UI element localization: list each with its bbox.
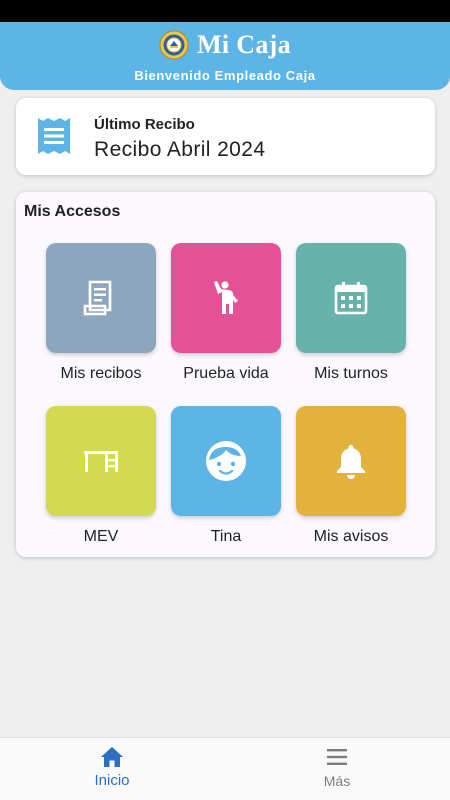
desk-icon [84,451,118,472]
menu-icon [327,749,347,765]
tile-tina-label: Tina [210,528,242,545]
person-waving-icon [214,281,238,314]
tile-mev-box[interactable] [46,406,156,516]
home-icon [101,747,123,767]
tile-mis-avisos[interactable]: Mis avisos [296,406,406,546]
document-icon [83,280,112,316]
bell-icon [337,445,365,479]
tile-prueba-vida-label: Prueba vida [183,365,269,382]
tile-prueba-vida[interactable]: Prueba vida [171,243,281,383]
nav-item-mas[interactable]: Más [277,746,397,789]
calendar-icon [334,282,368,315]
tile-tina-box[interactable] [171,406,281,516]
bottom-navigation: Inicio Más [0,737,450,800]
latest-receipt-card[interactable]: Último Recibo Recibo Abril 2024 [16,98,435,175]
my-access-title: Mis Accesos [24,203,121,220]
tile-prueba-vida-box[interactable] [171,243,281,353]
logo-emblem-icon [159,30,189,60]
nav-mas-label: Más [323,773,351,789]
status-bar [0,0,450,22]
tile-mis-avisos-label: Mis avisos [313,528,389,545]
tile-mev[interactable]: MEV [46,406,156,546]
face-icon [206,441,246,481]
tile-mis-recibos[interactable]: Mis recibos [46,243,156,383]
receipt-icon [38,118,70,154]
header-title-row: Mi Caja [0,28,450,62]
tile-mis-turnos[interactable]: Mis turnos [296,243,406,383]
welcome-text: Bienvenido Empleado Caja [134,68,316,83]
tile-mis-turnos-label: Mis turnos [314,365,388,382]
latest-receipt-value: Recibo Abril 2024 [94,138,266,161]
tile-tina[interactable]: Tina [171,406,281,546]
app-header: Mi Caja Bienvenido Empleado Caja [0,22,450,90]
tile-mis-recibos-label: Mis recibos [60,365,142,382]
nav-item-inicio[interactable]: Inicio [52,746,172,789]
latest-receipt-label: Último Recibo [94,116,195,133]
tile-mev-label: MEV [83,528,119,545]
tile-mis-recibos-box[interactable] [46,243,156,353]
app-title: Mi Caja [197,30,291,59]
my-access-card: Mis Accesos Mis recibos Prueba vida Mis … [16,192,435,557]
nav-inicio-label: Inicio [94,772,130,789]
tile-mis-turnos-box[interactable] [296,243,406,353]
tile-mis-avisos-box[interactable] [296,406,406,516]
